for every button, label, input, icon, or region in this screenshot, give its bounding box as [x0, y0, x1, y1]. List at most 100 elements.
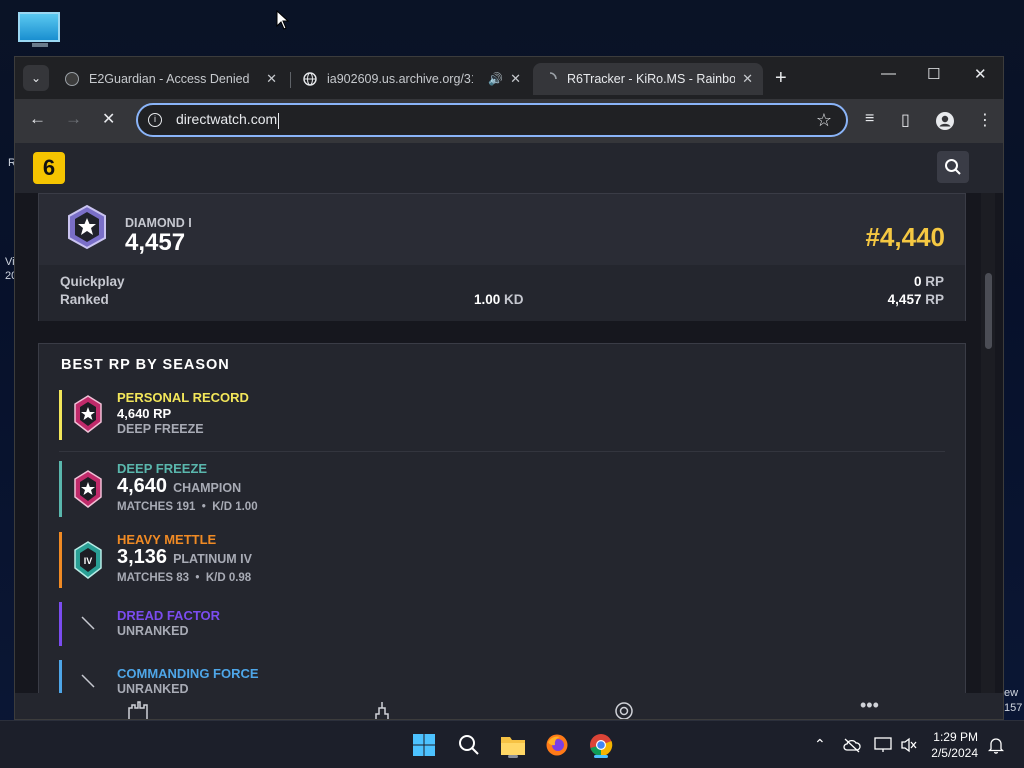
personal-record-row: PERSONAL RECORD 4,640 RP DEEP FREEZE [59, 390, 949, 440]
clock-time: 1:29 PM [933, 730, 978, 744]
tab-archive[interactable]: ia902609.us.archive.org/31/ 🔊 ✕ [293, 63, 531, 95]
tab-title: E2Guardian - Access Denied [89, 72, 250, 86]
divider [59, 451, 945, 452]
scrollbar-thumb[interactable] [985, 273, 992, 349]
windows-logo-icon [413, 734, 435, 756]
quickplay-label: Quickplay [60, 274, 125, 289]
address-text[interactable]: directwatch.com [176, 111, 277, 127]
desktop-fragment: ew [1004, 687, 1019, 699]
site-info-icon[interactable]: i [148, 113, 162, 127]
best-rp-card: BEST RP BY SEASON PERSONAL RECORD 4,640 … [38, 343, 966, 719]
search-button[interactable] [455, 731, 483, 759]
stop-loading-button[interactable]: ✕ [102, 109, 115, 129]
start-button[interactable] [410, 731, 438, 759]
close-tab-icon[interactable]: ✕ [742, 71, 753, 87]
season-rp: 3,136 [117, 546, 168, 568]
chrome-icon [590, 734, 613, 757]
unranked-icon [81, 616, 95, 630]
loading-spinner-icon [549, 72, 557, 80]
rp-unit: RP [925, 274, 944, 289]
leaderboard-position: #4,440 [865, 222, 945, 252]
season-tier: CHAMPION [173, 481, 242, 495]
bookmark-star-icon[interactable]: ☆ [816, 110, 832, 131]
this-pc-icon[interactable] [18, 12, 62, 50]
page-viewport: 6 DIAMOND I 4,457 #4,440 Quickplay 0 RP … [15, 143, 1003, 720]
address-bar[interactable]: i directwatch.com ☆ [136, 103, 848, 137]
season-tier: PLATINUM IV [173, 552, 252, 566]
close-tab-icon[interactable]: ✕ [266, 71, 277, 87]
mouse-cursor-icon [276, 10, 290, 30]
bottom-nav: ••• [15, 693, 1003, 720]
profile-icon[interactable] [935, 111, 955, 131]
personal-record-season: DEEP FREEZE [117, 422, 204, 436]
personal-record-label: PERSONAL RECORD [117, 390, 249, 405]
season-status: UNRANKED [117, 624, 189, 638]
season-name: DREAD FACTOR [117, 608, 221, 623]
season-name: DEEP FREEZE [117, 461, 208, 476]
quickplay-rp-value: 0 [913, 274, 922, 289]
firefox-icon [546, 734, 568, 756]
trophy-icon[interactable] [371, 700, 393, 720]
champion-rank-icon [74, 395, 102, 433]
globe-icon [303, 72, 317, 86]
site-logo[interactable]: 6 [33, 152, 65, 184]
unranked-icon [81, 674, 95, 688]
tab-r6tracker[interactable]: R6Tracker - KiRo.MS - Rainbow ✕ [533, 63, 763, 95]
ranked-label: Ranked [60, 292, 109, 307]
new-tab-button[interactable]: + [775, 67, 787, 90]
file-explorer-button[interactable] [499, 731, 527, 759]
tab-e2guardian[interactable]: E2Guardian - Access Denied ✕ [55, 63, 287, 95]
search-icon [945, 159, 961, 175]
clock-date: 2/5/2024 [931, 746, 978, 760]
ranked-kd-value: 1.00 [474, 292, 501, 307]
close-window-button[interactable]: ✕ [974, 65, 987, 83]
volume-muted-icon[interactable] [900, 737, 918, 753]
side-panel-icon[interactable]: ▯ [901, 110, 910, 130]
notification-bell-icon[interactable] [988, 736, 1004, 754]
taskbar: ⌃ 1:29 PM 2/5/2024 [0, 720, 1024, 768]
search-icon [459, 735, 479, 755]
castle-icon[interactable] [127, 700, 149, 720]
section-title: BEST RP BY SEASON [61, 357, 230, 373]
minimize-button[interactable]: — [881, 65, 896, 82]
menu-kebab-icon[interactable]: ⋮ [977, 110, 993, 130]
season-matches: MATCHES 83 [117, 572, 189, 584]
champion-rank-icon [74, 470, 102, 508]
season-name: COMMANDING FORCE [117, 666, 259, 681]
season-row: DREAD FACTOR UNRANKED [59, 602, 949, 646]
season-rp: 4,640 [117, 475, 168, 497]
tab-separator [290, 72, 291, 88]
close-tab-icon[interactable]: ✕ [510, 71, 521, 87]
svg-text:IV: IV [84, 556, 93, 566]
kd-unit: KD [504, 292, 524, 307]
tab-search-button[interactable]: ⌄ [23, 65, 49, 91]
rank-tier: DIAMOND I [125, 216, 192, 230]
system-clock[interactable]: 1:29 PM 2/5/2024 [931, 729, 978, 761]
firefox-button[interactable] [543, 731, 571, 759]
ranked-rp-value: 4,457 [887, 292, 922, 307]
chevron-up-icon[interactable]: ⌃ [814, 736, 826, 753]
season-kd: K/D 1.00 [212, 501, 258, 513]
browser-toolbar: ← → ✕ i directwatch.com ☆ ≡ ▯ ⋮ [15, 99, 1003, 143]
search-button[interactable] [937, 151, 969, 183]
network-icon[interactable] [874, 737, 892, 753]
media-control-icon[interactable]: ≡ [865, 110, 874, 128]
tab-title: ia902609.us.archive.org/31/ [327, 72, 473, 86]
personal-record-rp: 4,640 RP [117, 406, 172, 421]
maximize-button[interactable]: ☐ [927, 65, 940, 83]
ranked-rp: 4,457 RP [888, 292, 944, 307]
desktop-fragment: 157 [1004, 702, 1023, 714]
speaker-icon[interactable]: 🔊 [488, 72, 503, 86]
tab-strip: ⌄ E2Guardian - Access Denied ✕ ia902609.… [15, 57, 1003, 99]
forward-button[interactable]: → [65, 109, 82, 129]
back-button[interactable]: ← [29, 109, 46, 129]
cloud-offline-icon[interactable] [843, 737, 861, 753]
season-row: IV HEAVY METTLE 3,136 PLATINUM IV MATCHES… [59, 532, 949, 588]
more-icon[interactable]: ••• [860, 695, 879, 716]
site-header: 6 [15, 143, 1003, 193]
rank-rp: 4,457 [125, 229, 186, 256]
tab-title: R6Tracker - KiRo.MS - Rainbow [567, 72, 735, 86]
operator-icon[interactable] [613, 700, 635, 720]
ranked-kd: 1.00 KD [474, 292, 524, 307]
chrome-button[interactable] [587, 731, 615, 759]
